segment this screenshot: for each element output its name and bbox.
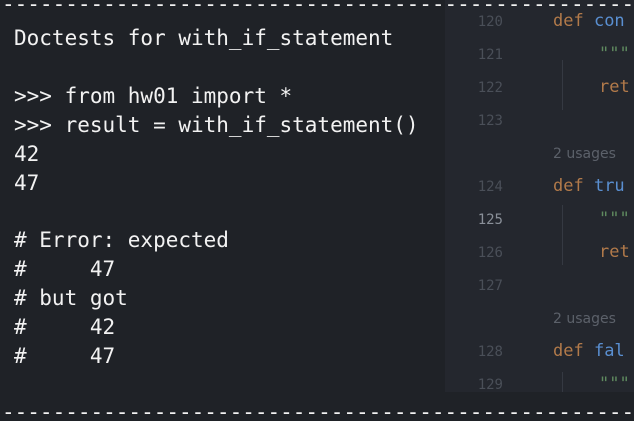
usages-hint[interactable]: 2 usages xyxy=(553,146,616,162)
usages-hint[interactable]: 2 usages xyxy=(553,311,616,327)
line-number-active: 125 xyxy=(477,212,503,228)
function-name: fal xyxy=(593,341,625,361)
line-number: 122 xyxy=(477,80,503,96)
docstring-line[interactable]: """ xyxy=(599,44,630,64)
line-number: 127 xyxy=(477,278,503,294)
return-line[interactable]: ret xyxy=(599,242,630,262)
indent-guide xyxy=(562,60,563,110)
line-number: 128 xyxy=(477,344,503,360)
docstring-line[interactable]: """ xyxy=(599,374,630,394)
indent-guide xyxy=(562,205,563,265)
terminal-panel-bottom xyxy=(0,392,634,421)
function-name: tru xyxy=(593,176,625,196)
keyword-def: def xyxy=(553,341,594,361)
line-number: 126 xyxy=(477,245,503,261)
terminal-panel[interactable] xyxy=(0,0,445,421)
line-number: 124 xyxy=(477,179,503,195)
docstring-line[interactable]: """ xyxy=(599,209,630,229)
keyword-def: def xyxy=(553,11,594,31)
keyword-def: def xyxy=(553,176,594,196)
function-name: con xyxy=(593,11,625,31)
code-line[interactable]: def tru xyxy=(553,176,625,196)
line-number: 121 xyxy=(477,47,503,63)
line-number: 123 xyxy=(477,113,503,129)
return-line[interactable]: ret xyxy=(599,77,630,97)
code-line[interactable]: def fal xyxy=(553,341,625,361)
line-number: 120 xyxy=(477,14,503,30)
line-number: 129 xyxy=(477,377,503,393)
code-line[interactable]: def con xyxy=(553,11,625,31)
screen: 120 121 122 123 124 125 126 127 128 129 … xyxy=(0,0,634,421)
code-editor-background[interactable]: 120 121 122 123 124 125 126 127 128 129 … xyxy=(445,0,634,421)
